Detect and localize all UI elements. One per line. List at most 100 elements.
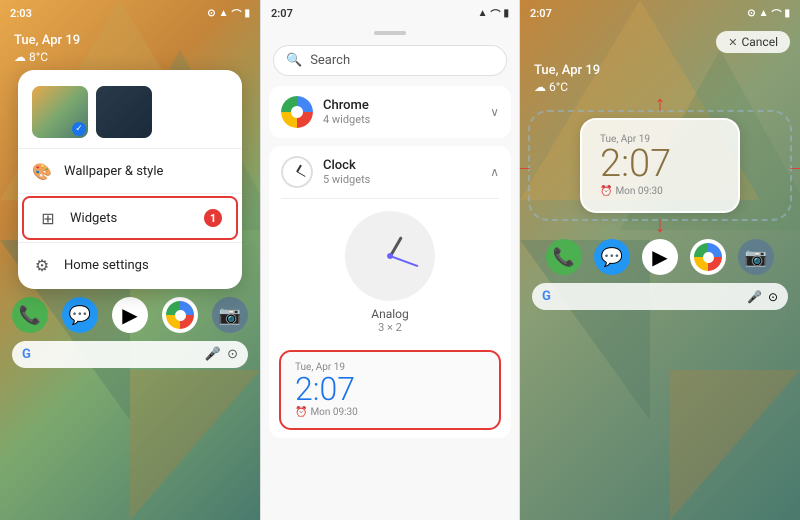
menu-divider-3 <box>18 242 242 243</box>
analog-size: 3 × 2 <box>378 321 402 334</box>
cancel-x-icon: ✕ <box>728 36 737 49</box>
mic-icon[interactable]: 🎤 <box>205 347 221 362</box>
panel1-search-bar[interactable]: G 🎤 ⊙ <box>12 341 248 368</box>
panel2-status-bar: 2:07 ▲ ⌒ ▮ <box>261 0 519 25</box>
arrow-left-icon: ← <box>520 155 534 177</box>
menu-item-settings[interactable]: ⚙ Home settings <box>18 245 242 285</box>
p3-signal-icon: ▲ <box>759 8 769 19</box>
chrome-widget-row[interactable]: Chrome 4 widgets ∨ <box>269 86 511 138</box>
widget-placement-area: ↑ ↓ ← → Tue, Apr 19 2:07 ⏰ Mon 09:30 <box>536 118 784 213</box>
clock-row-info: Clock 5 widgets <box>323 158 490 186</box>
arrow-up-icon: ↑ <box>655 94 666 116</box>
alarm-icon: ⏰ <box>295 407 307 418</box>
analog-clock-face <box>345 211 435 301</box>
panel1-date: Tue, Apr 19 <box>14 33 246 48</box>
dcw-time: 2:07 <box>295 373 355 405</box>
wallpaper-label: Wallpaper & style <box>64 164 228 179</box>
clock-row-count: 5 widgets <box>323 173 490 186</box>
wallpaper-row: ✓ <box>18 74 242 146</box>
settings-label: Home settings <box>64 258 228 273</box>
panel1-date-weather: Tue, Apr 19 ☁ 8°C <box>0 25 260 70</box>
context-menu: ✓ 🎨 Wallpaper & style ⊞ Widgets 1 ⚙ Home… <box>18 70 242 289</box>
chrome-row-name: Chrome <box>323 98 490 113</box>
p3-dock-play[interactable]: ▶ <box>642 239 678 275</box>
menu-item-wallpaper[interactable]: 🎨 Wallpaper & style <box>18 151 242 191</box>
panel3-time: 2:07 <box>530 7 552 20</box>
p2-signal-icon: ▲ <box>478 8 488 19</box>
settings-icon: ⚙ <box>32 255 52 275</box>
analog-center-dot <box>387 253 393 259</box>
clock-row-name: Clock <box>323 158 490 173</box>
widgets-badge: 1 <box>204 209 222 227</box>
p3-dock-chrome[interactable] <box>690 239 726 275</box>
dcw-alarm-text: Mon 09:30 <box>310 407 357 418</box>
wallpaper-thumb-geo[interactable]: ✓ <box>32 86 88 138</box>
panel1-search-container: G 🎤 ⊙ <box>12 341 248 368</box>
panel3-status-bar: 2:07 ⊙ ▲ ⌒ ▮ <box>520 0 800 25</box>
dock-play-icon[interactable]: ▶ <box>112 297 148 333</box>
dock-camera-icon[interactable]: 📷 <box>212 297 248 333</box>
p2-search-icon: 🔍 <box>286 53 302 68</box>
cancel-button[interactable]: ✕ Cancel <box>716 31 790 53</box>
p3-battery-icon: ▮ <box>784 8 790 19</box>
panel1-status-icons: ⊙ ▲ ⌒ ▮ <box>207 6 250 21</box>
panel2-widget-picker: 2:07 ▲ ⌒ ▮ 🔍 Search Chrome 4 widgets ∨ <box>260 0 520 520</box>
dock-phone-icon[interactable]: 📞 <box>12 297 48 333</box>
wallpaper-thumb-dark[interactable] <box>96 86 152 138</box>
widgets-icon: ⊞ <box>38 208 58 228</box>
chrome-widget-section: Chrome 4 widgets ∨ <box>269 86 511 138</box>
panel1-time: 2:03 <box>10 7 32 20</box>
clock-row-icon <box>281 156 313 188</box>
widgets-label: Widgets <box>70 211 192 226</box>
panel3-search-bar[interactable]: G 🎤 ⊙ <box>532 283 788 310</box>
p3-google-g-icon: G <box>542 289 551 304</box>
wallpaper-icon: 🎨 <box>32 161 52 181</box>
clock-chevron-icon: ∧ <box>490 165 499 179</box>
panel1-homescreen: 2:03 ⊙ ▲ ⌒ ▮ Tue, Apr 19 ☁ 8°C ✓ <box>0 0 260 520</box>
chrome-row-info: Chrome 4 widgets <box>323 98 490 126</box>
p3-dock-messages[interactable]: 💬 <box>594 239 630 275</box>
arrow-right-icon: → <box>786 155 800 177</box>
panel3-widget-placement: 2:07 ⊙ ▲ ⌒ ▮ ✕ Cancel Tue, Apr 19 ☁ 6°C … <box>520 0 800 520</box>
dock-messages-icon[interactable]: 💬 <box>62 297 98 333</box>
p2-search-text: Search <box>310 53 350 68</box>
p3-cloud-icon: ☁ <box>534 80 546 94</box>
dcw-alarm: ⏰ Mon 09:30 <box>295 407 358 418</box>
chrome-row-icon <box>281 96 313 128</box>
menu-item-widgets[interactable]: ⊞ Widgets 1 <box>22 196 238 240</box>
analog-label: Analog <box>371 307 408 321</box>
panel1-status-bar: 2:03 ⊙ ▲ ⌒ ▮ <box>0 0 260 25</box>
google-g-icon: G <box>22 347 31 362</box>
menu-divider-1 <box>18 148 242 149</box>
wifi-icon: ⌒ <box>231 6 241 21</box>
panel2-search-bar[interactable]: 🔍 Search <box>273 45 507 76</box>
panel3-date: Tue, Apr 19 <box>534 63 786 78</box>
panel1-weather: ☁ 8°C <box>14 50 246 64</box>
p3-lens-icon[interactable]: ⊙ <box>768 290 778 304</box>
cancel-label: Cancel <box>741 35 778 49</box>
p3-dock-camera[interactable]: 📷 <box>738 239 774 275</box>
p3-mic-icon[interactable]: 🎤 <box>747 290 762 304</box>
panel2-time: 2:07 <box>271 7 293 20</box>
analog-clock-widget[interactable]: Analog 3 × 2 <box>269 199 511 342</box>
panel3-status-icons: ⊙ ▲ ⌒ ▮ <box>747 6 790 21</box>
digital-clock-widget[interactable]: Tue, Apr 19 2:07 ⏰ Mon 09:30 <box>279 350 501 430</box>
notification-icon: ⊙ <box>207 8 215 19</box>
panel3-dock: 📞 💬 ▶ 📷 <box>520 233 800 279</box>
panel2-status-icons: ▲ ⌒ ▮ <box>478 6 509 21</box>
chrome-chevron-icon: ∨ <box>490 105 499 119</box>
p2-wifi-icon: ⌒ <box>490 6 500 21</box>
analog-minute-hand <box>390 255 419 267</box>
dock-chrome-icon[interactable] <box>162 297 198 333</box>
placement-outline <box>528 110 792 221</box>
p3-wifi-icon: ⌒ <box>771 6 781 21</box>
clock-widget-section: Clock 5 widgets ∧ Analog 3 × 2 Tue, Apr … <box>269 146 511 438</box>
battery-icon: ▮ <box>244 8 250 19</box>
menu-divider-2 <box>18 193 242 194</box>
lens-icon[interactable]: ⊙ <box>227 347 238 362</box>
cloud-icon: ☁ <box>14 50 26 64</box>
p3-dock-phone[interactable]: 📞 <box>546 239 582 275</box>
p2-battery-icon: ▮ <box>503 8 509 19</box>
signal-icon: ▲ <box>219 8 229 19</box>
clock-widget-row[interactable]: Clock 5 widgets ∧ <box>269 146 511 198</box>
